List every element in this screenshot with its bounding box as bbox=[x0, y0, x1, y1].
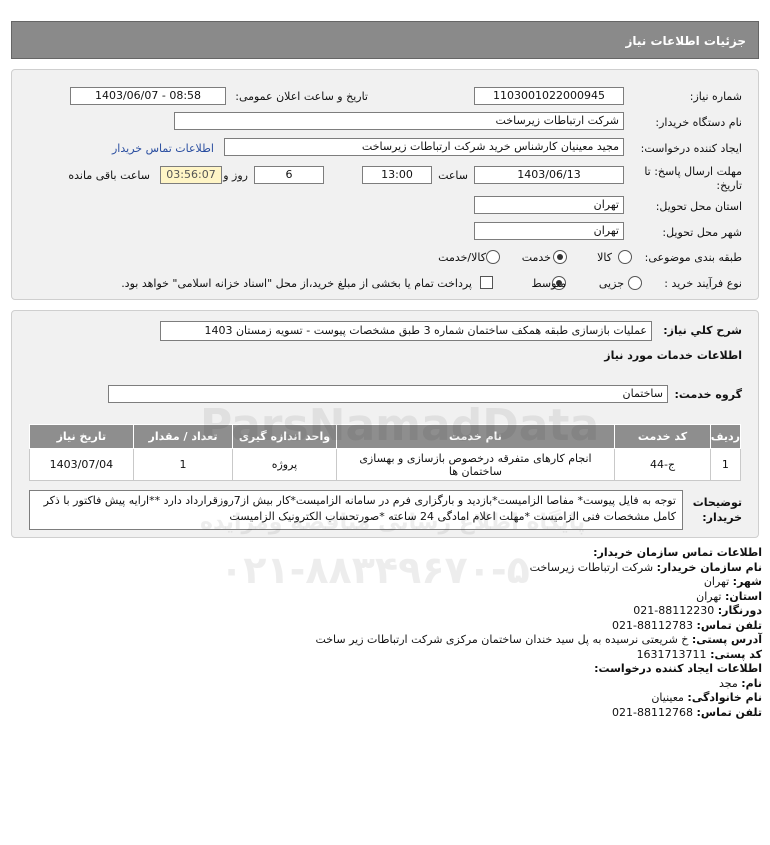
announce-label: تاریخ و ساعت اعلان عمومی: bbox=[235, 90, 368, 103]
phone-label: تلفن تماس: bbox=[696, 618, 762, 632]
buyer-contact-link[interactable]: اطلاعات تماس خریدار bbox=[112, 142, 214, 155]
first-name-label: نام: bbox=[741, 676, 762, 690]
last-name-value: معینیان bbox=[651, 691, 684, 704]
cell-service-name: انجام کارهای متفرقه درخصوص بازسازی و بهس… bbox=[335, 448, 616, 481]
category-radio-service[interactable] bbox=[553, 250, 567, 264]
category-option-goods-service: کالا/خدمت bbox=[438, 251, 486, 264]
postal-code-value: 1631713711 bbox=[636, 647, 707, 661]
creator-contact-title: اطلاعات ایجاد کننده درخواست: bbox=[594, 662, 762, 675]
treasury-payment-checkbox[interactable] bbox=[480, 276, 493, 289]
cell-row-number: 1 bbox=[709, 448, 742, 481]
category-radio-goods[interactable] bbox=[618, 250, 632, 264]
fax-value: 88112230-021 bbox=[633, 604, 715, 617]
city-value: تهران bbox=[703, 575, 730, 588]
days-label: روز و bbox=[223, 169, 248, 182]
province-value: تهران bbox=[696, 589, 722, 603]
service-group-field: ساختمان bbox=[108, 385, 668, 403]
summary-label: شرح کلي نياز: bbox=[663, 324, 742, 337]
service-group-label: گروه خدمت: bbox=[674, 388, 742, 401]
need-number-label: شماره نیاز: bbox=[689, 90, 742, 103]
services-panel: شرح کلي نياز: عملیات بازسازی طبقه همکف س… bbox=[11, 310, 759, 538]
fax-label: دورنگار: bbox=[717, 604, 762, 617]
process-radio-minor[interactable] bbox=[628, 276, 642, 290]
creator-phone-label: تلفن تماس: bbox=[696, 705, 762, 719]
category-label: طبقه بندی موضوعی: bbox=[644, 251, 742, 264]
creator-phone-value: 88112768-021 bbox=[612, 705, 694, 719]
col-header-service-name: نام خدمت bbox=[335, 424, 616, 449]
col-header-quantity: تعداد / مقدار bbox=[132, 424, 234, 449]
delivery-province-label: استان محل تحویل: bbox=[655, 200, 742, 213]
need-details-panel: شماره نیاز: 1103001022000945 تاریخ و ساع… bbox=[11, 69, 759, 300]
time-remaining-label: ساعت باقی مانده bbox=[68, 169, 150, 182]
table-row: 1 ج-44 انجام کارهای متفرقه درخصوص بازساز… bbox=[29, 448, 742, 481]
deadline-time-field: 13:00 bbox=[362, 166, 432, 184]
province-label: استان: bbox=[725, 589, 762, 603]
category-option-goods: کالا bbox=[597, 251, 612, 264]
days-remaining-field: 6 bbox=[254, 166, 324, 184]
buyer-notes-field: توجه به فایل پیوست* مفاصا الزامیست*بازدی… bbox=[29, 490, 683, 530]
org-contact-title: اطلاعات تماس سازمان خریدار: bbox=[593, 546, 762, 559]
col-header-service-code: کد خدمت bbox=[614, 424, 711, 449]
address-label: آدرس پستی: bbox=[691, 633, 762, 646]
treasury-payment-note: پرداخت تمام یا بخشی از مبلغ خرید،از محل … bbox=[121, 277, 472, 290]
deadline-label: مهلت ارسال پاسخ: تا bbox=[644, 165, 742, 178]
summary-field: عملیات بازسازی طبقه همکف ساختمان شماره 3… bbox=[160, 321, 652, 341]
process-option-minor: جزیی bbox=[598, 277, 624, 290]
category-option-service: خدمت bbox=[521, 251, 551, 264]
delivery-city-label: شهر محل تحویل: bbox=[662, 226, 742, 239]
page-header: جزئیات اطلاعات نیاز bbox=[11, 21, 759, 59]
deadline-time-label: ساعت bbox=[438, 169, 468, 182]
contact-info: اطلاعات تماس سازمان خریدار: نام سازمان خ… bbox=[22, 546, 762, 720]
city-label: شهر: bbox=[732, 575, 762, 588]
deadline-date-field: 1403/06/13 bbox=[474, 166, 624, 184]
category-radio-goods-service[interactable] bbox=[486, 250, 500, 264]
services-table: ردیف کد خدمت نام خدمت واحد اندازه گیری ت… bbox=[29, 424, 742, 481]
buyer-org-field: شرکت ارتباطات زیرساخت bbox=[174, 112, 624, 130]
postal-code-label: کد پستی: bbox=[710, 647, 762, 661]
org-name-value: شرکت ارتباطات زیرساخت bbox=[529, 560, 654, 574]
col-header-need-date: تاریخ نیاز bbox=[29, 424, 134, 449]
col-header-row-number: ردیف bbox=[709, 424, 742, 449]
last-name-label: نام خانوادگی: bbox=[687, 691, 762, 704]
org-name-label: نام سازمان خریدار: bbox=[656, 560, 762, 574]
first-name-value: مجد bbox=[718, 676, 738, 690]
delivery-province-field: تهران bbox=[474, 196, 624, 214]
announce-datetime-field: 1403/06/07 - 08:58 bbox=[70, 87, 226, 105]
process-type-label: نوع فرآیند خرید : bbox=[664, 277, 742, 290]
time-remaining-field: 03:56:07 bbox=[160, 166, 222, 184]
delivery-city-field: تهران bbox=[474, 222, 624, 240]
buyer-notes-label: توضیحات bbox=[692, 496, 742, 509]
cell-unit: پروژه bbox=[232, 448, 337, 481]
services-section-title: اطلاعات خدمات مورد نیاز bbox=[604, 349, 742, 362]
cell-need-date: 1403/07/04 bbox=[29, 448, 134, 481]
cell-quantity: 1 bbox=[132, 448, 234, 481]
need-number-field: 1103001022000945 bbox=[474, 87, 624, 105]
deadline-label-date: تاریخ: bbox=[716, 179, 742, 192]
phone-value: 88112783-021 bbox=[612, 618, 694, 632]
process-option-medium: متوسط bbox=[531, 277, 566, 290]
col-header-unit: واحد اندازه گیری bbox=[232, 424, 337, 449]
table-header-row: ردیف کد خدمت نام خدمت واحد اندازه گیری ت… bbox=[29, 424, 742, 449]
page-title: جزئیات اطلاعات نیاز bbox=[625, 34, 746, 48]
buyer-org-label: نام دستگاه خریدار: bbox=[655, 116, 742, 129]
requester-label: ایجاد کننده درخواست: bbox=[640, 142, 742, 155]
requester-field: مجید معینیان کارشناس خرید شرکت ارتباطات … bbox=[224, 138, 624, 156]
address-value: خ شریعتی نرسیده به پل سید خندان ساختمان … bbox=[315, 633, 689, 646]
cell-service-code: ج-44 bbox=[614, 448, 711, 481]
buyer-notes-label-2: خریدار: bbox=[702, 511, 742, 524]
